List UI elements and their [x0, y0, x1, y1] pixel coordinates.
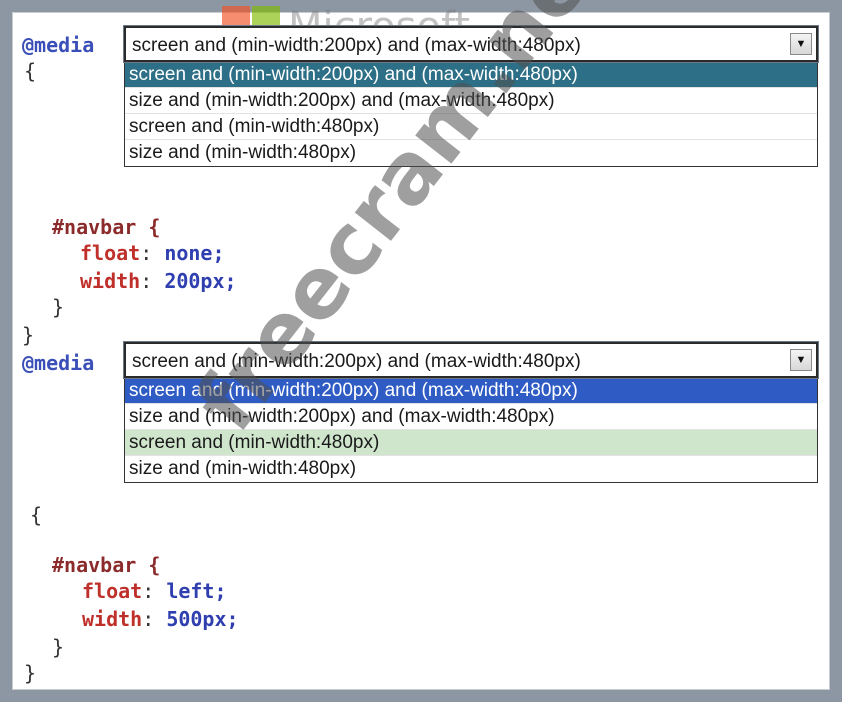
width-declaration-1: width: 200px; — [80, 269, 237, 293]
media-keyword-1: @media — [22, 33, 95, 57]
dropdown-2-option[interactable]: screen and (min-width:200px) and (max-wi… — [125, 378, 817, 404]
dropdown-1-options: screen and (min-width:200px) and (max-wi… — [124, 62, 818, 167]
float-declaration-1: float: none; — [80, 241, 225, 265]
dropdown-2-selected-value: screen and (min-width:200px) and (max-wi… — [132, 351, 581, 372]
media-keyword-2: @media — [22, 351, 95, 375]
dropdown-2-option[interactable]: size and (min-width:480px) — [125, 456, 817, 482]
media-query-dropdown-1[interactable]: screen and (min-width:200px) and (max-wi… — [124, 26, 818, 167]
dropdown-1-select[interactable]: screen and (min-width:200px) and (max-wi… — [124, 26, 818, 62]
dropdown-1-option[interactable]: screen and (min-width:200px) and (max-wi… — [125, 62, 817, 88]
navbar-selector-1: #navbar { — [52, 215, 161, 239]
inner-close-brace-1: } — [52, 295, 65, 319]
dropdown-1-option[interactable]: size and (min-width:480px) — [125, 140, 817, 166]
outer-close-brace-1: } — [22, 323, 35, 347]
dropdown-1-selected-value: screen and (min-width:200px) and (max-wi… — [132, 35, 581, 56]
dropdown-2-options: screen and (min-width:200px) and (max-wi… — [124, 378, 818, 483]
dropdown-2-option[interactable]: screen and (min-width:480px) — [125, 430, 817, 456]
open-brace-1: { — [24, 59, 37, 83]
open-brace-2: { — [30, 503, 43, 527]
width-declaration-2: width: 500px; — [82, 607, 239, 631]
dropdown-2-select[interactable]: screen and (min-width:200px) and (max-wi… — [124, 342, 818, 378]
media-query-dropdown-2[interactable]: screen and (min-width:200px) and (max-wi… — [124, 342, 818, 483]
dropdown-1-option[interactable]: screen and (min-width:480px) — [125, 114, 817, 140]
dropdown-1-option[interactable]: size and (min-width:200px) and (max-widt… — [125, 88, 817, 114]
chevron-down-icon[interactable]: ▼ — [790, 349, 812, 371]
navbar-selector-2: #navbar { — [52, 553, 161, 577]
chevron-down-icon[interactable]: ▼ — [790, 33, 812, 55]
float-declaration-2: float: left; — [82, 579, 227, 603]
inner-close-brace-2: } — [52, 635, 65, 659]
outer-close-brace-2: } — [24, 661, 37, 685]
dropdown-2-option[interactable]: size and (min-width:200px) and (max-widt… — [125, 404, 817, 430]
